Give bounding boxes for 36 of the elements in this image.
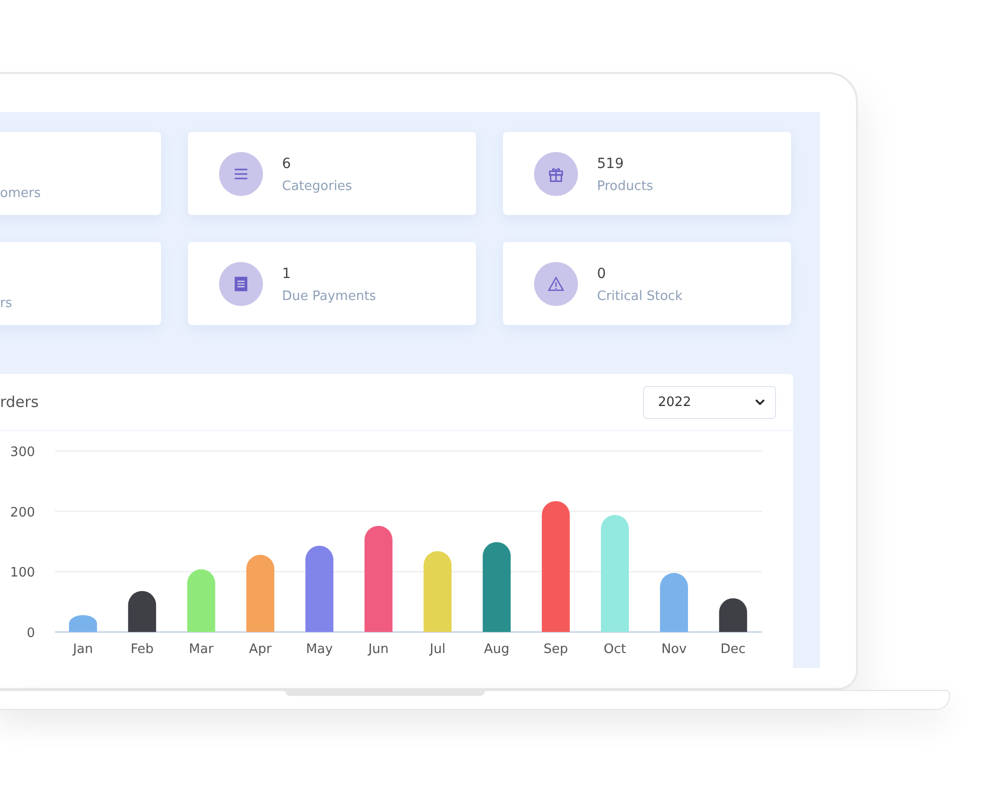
axis-label: Feb [130,642,154,657]
axis-label: Nov [661,642,687,657]
caret-icon [755,399,765,405]
axis-label: Sep [544,642,568,657]
stat-label: Products [597,178,654,194]
axis-label: Jan [72,642,94,657]
stat-label: Due Payments [282,288,376,304]
chart-title: rders [0,393,39,411]
axis-label: Dec [720,642,746,657]
axis-label: Aug [484,642,510,657]
bar [187,569,216,632]
axis-label: 300 [10,445,35,460]
axis-label: Apr [249,642,272,657]
axis-label: May [306,642,333,657]
axis-label: Mar [188,642,214,657]
receipt-icon [232,274,250,292]
axis-label: 200 [10,505,35,520]
stat-label: Critical Stock [597,288,683,304]
stat-value: 0 [597,266,607,282]
bar [719,598,748,632]
axis-label: Jun [368,642,389,657]
stat-label: Categories [282,178,352,194]
axis-label: 0 [26,626,35,641]
warning-icon [547,274,565,292]
axis-label: Jul [430,642,446,657]
bar [69,615,97,632]
year-select[interactable]: 2022 [643,386,776,418]
stat-value: 519 [597,156,625,172]
stat-value: 6 [282,156,292,172]
stat-label: omers [0,186,41,201]
axis-label: Oct [604,642,626,657]
bar [128,591,156,632]
stat-label: rs [0,296,12,311]
stat-value: 1 [282,266,292,282]
bar [660,572,688,632]
axis-label: 100 [10,566,35,581]
